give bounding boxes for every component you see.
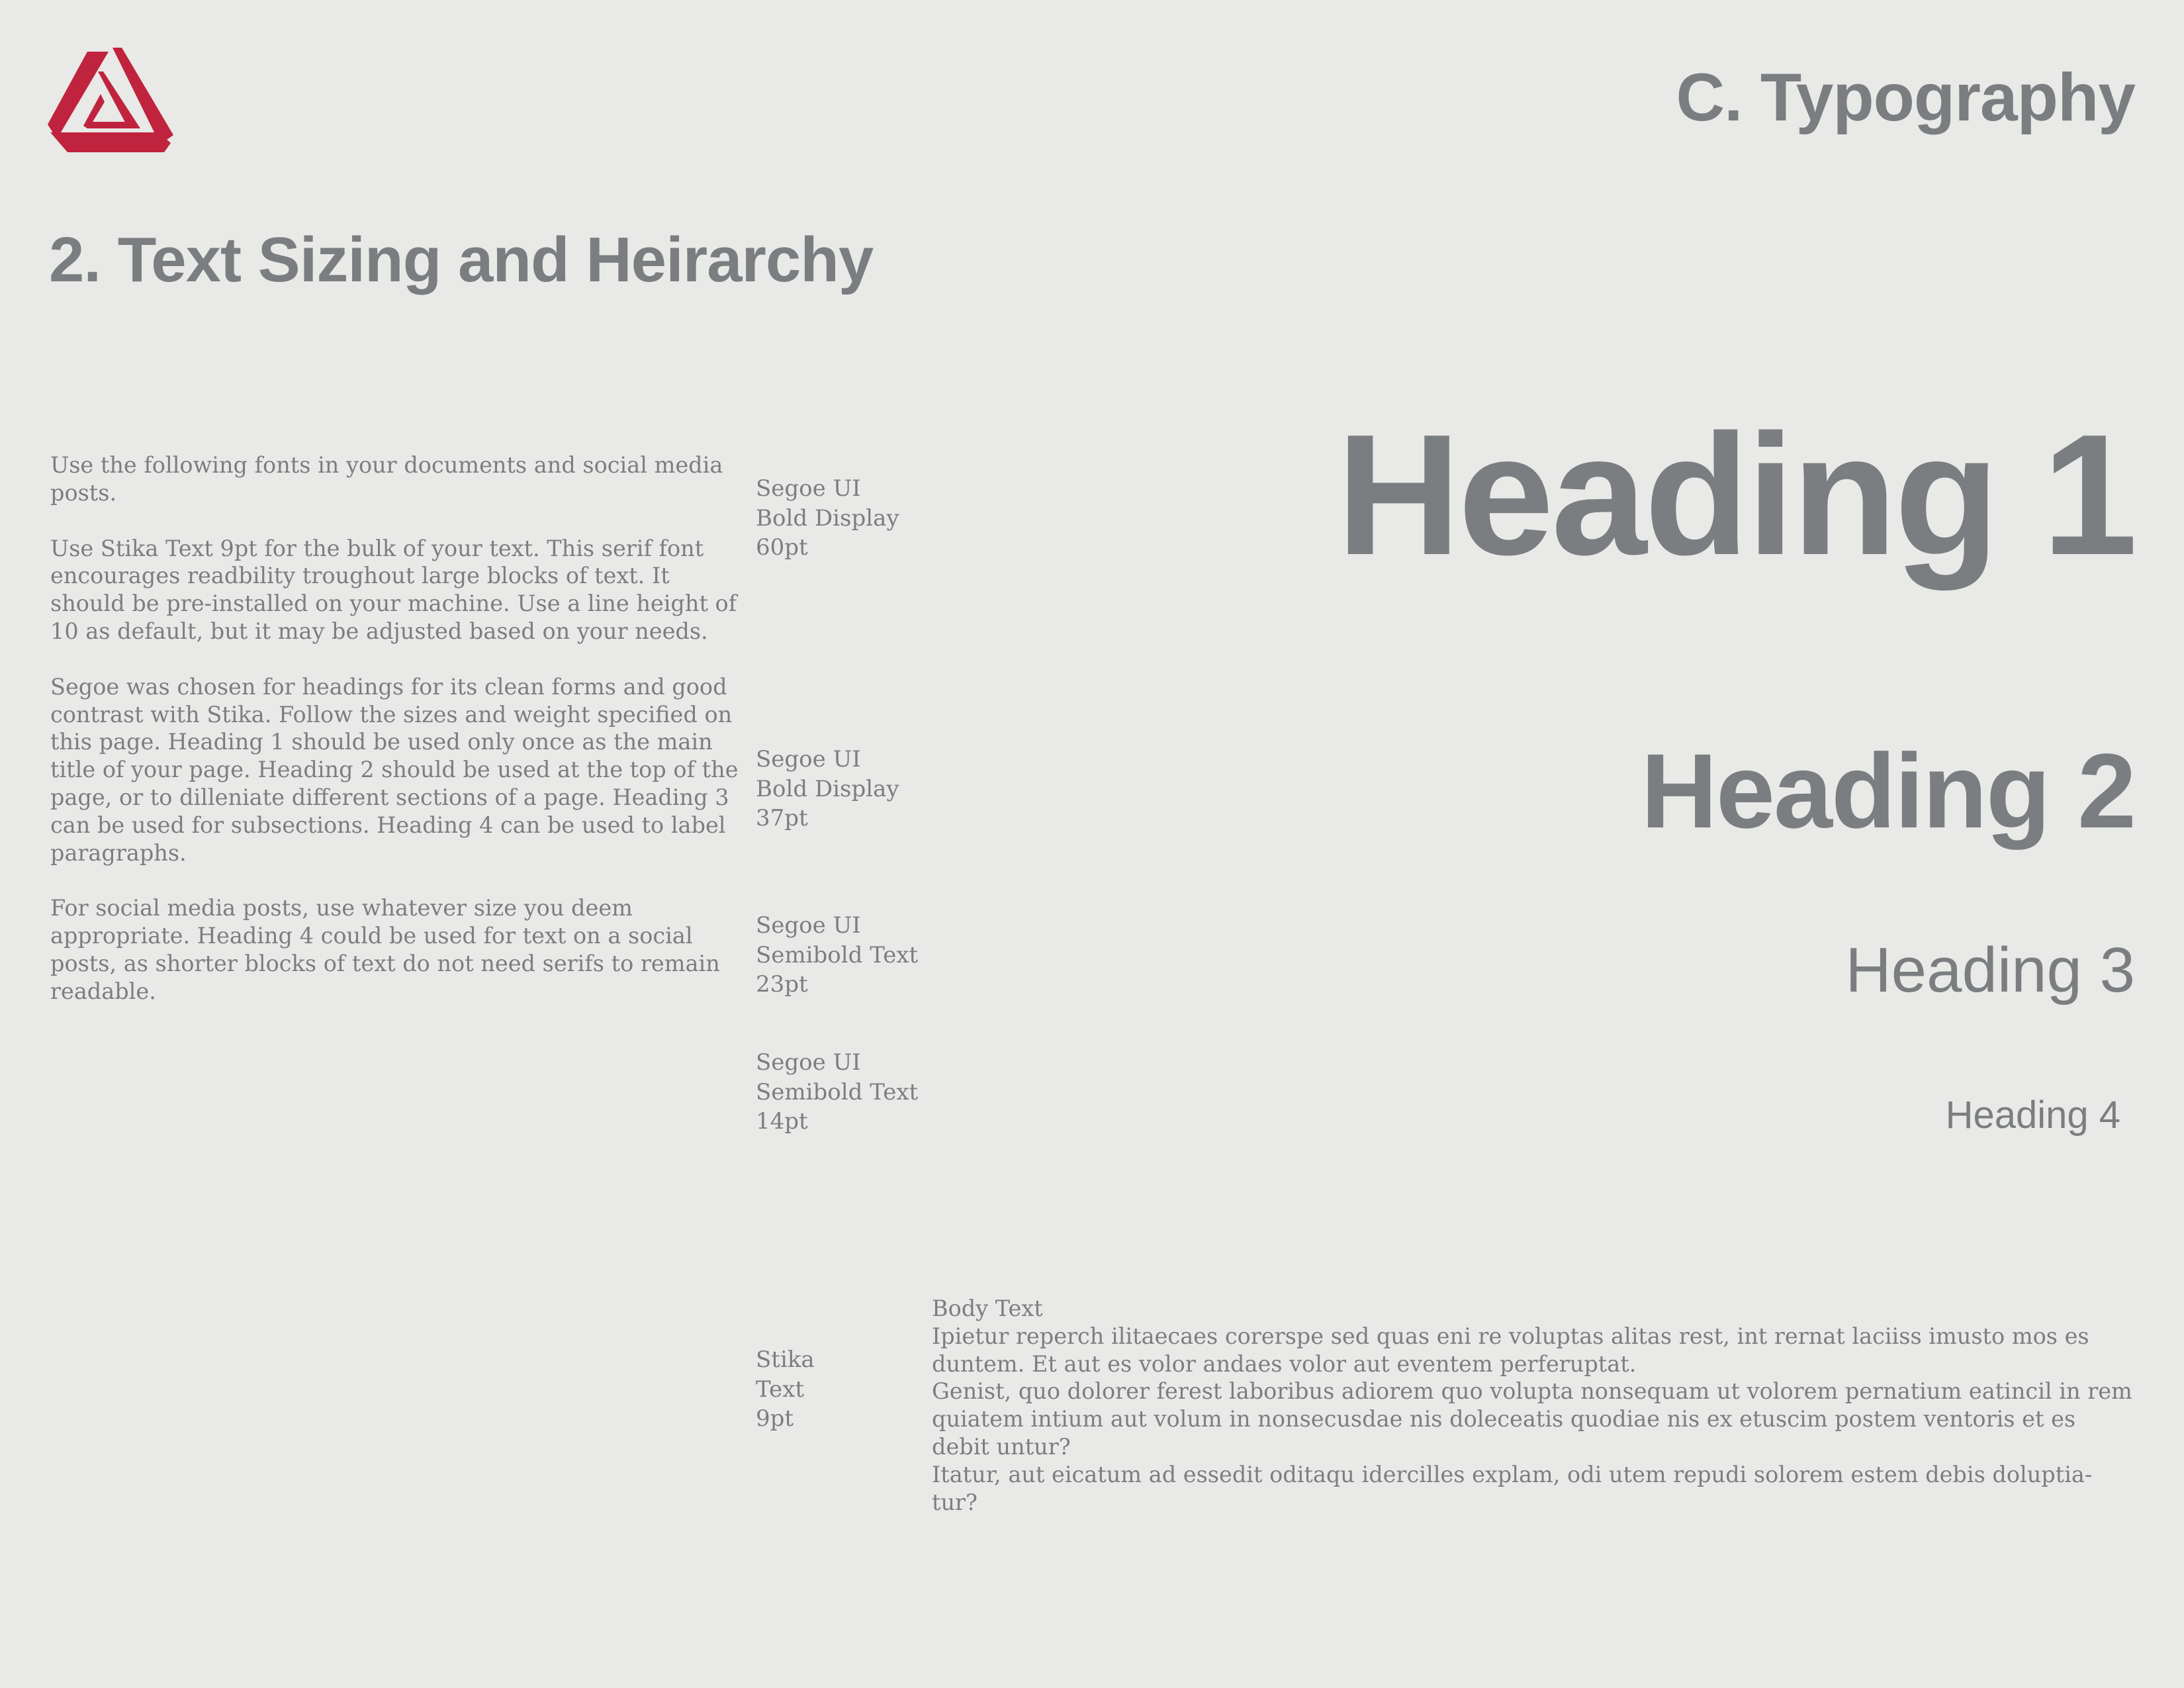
intro-paragraph: Use Stika Text 9pt for the bulk of your …: [50, 535, 737, 644]
spec-font: Segoe UI: [756, 475, 861, 502]
spec-heading-3: Segoe UI Semibold Text 23pt: [756, 911, 918, 1000]
spec-size: 23pt: [756, 971, 808, 998]
heading-1-sample: Heading 1: [1336, 399, 2138, 591]
brand-logo: [48, 48, 173, 152]
spec-font: Stika: [756, 1346, 815, 1373]
heading-3-sample: Heading 3: [1845, 935, 2135, 1006]
spec-size: 37pt: [756, 805, 808, 831]
typography-page: { "header": { "section_title": "C. Typog…: [0, 0, 2184, 1688]
spec-weight: Bold Display: [756, 504, 899, 532]
heading-4-sample: Heading 4: [1945, 1094, 2120, 1137]
spec-weight: Semibold Text: [756, 1078, 919, 1105]
spec-size: 9pt: [756, 1405, 794, 1432]
intro-paragraph: For social media posts, use whatever siz…: [50, 895, 720, 1004]
spec-font: Segoe UI: [756, 1049, 861, 1076]
spec-heading-4: Segoe UI Semibold Text 14pt: [756, 1048, 918, 1137]
heading-2-sample: Heading 2: [1641, 731, 2136, 850]
page-subtitle: 2. Text Sizing and Heirarchy: [49, 224, 874, 295]
intro-paragraph: Use the following fonts in your document…: [50, 452, 723, 506]
spec-weight: Bold Display: [756, 775, 899, 802]
spec-body-text: Stika Text 9pt: [756, 1345, 815, 1434]
body-text-paragraph: Itatur, aut eicatum ad essedit oditaqu i…: [932, 1461, 2093, 1515]
section-title: C. Typography: [1676, 60, 2136, 135]
body-text-paragraph: Ipietur reperch ilitaecaes corerspe sed …: [932, 1323, 2089, 1377]
spec-weight: Text: [756, 1376, 804, 1403]
body-text-label: Body Text: [932, 1295, 1043, 1321]
spec-size: 60pt: [756, 534, 808, 561]
spec-font: Segoe UI: [756, 912, 861, 939]
spec-heading-1: Segoe UI Bold Display 60pt: [756, 474, 899, 563]
spec-weight: Semibold Text: [756, 941, 919, 968]
spec-heading-2: Segoe UI Bold Display 37pt: [756, 745, 899, 833]
intro-text: Use the following fonts in your document…: [50, 451, 739, 1033]
intro-paragraph: Segoe was chosen for headings for its cl…: [50, 673, 739, 866]
body-text-paragraph: Genist, quo dolorer ferest laboribus adi…: [932, 1378, 2132, 1460]
spec-size: 14pt: [756, 1108, 808, 1135]
body-text-sample: Body Text Ipietur reperch ilitaecaes cor…: [932, 1295, 2136, 1516]
spec-font: Segoe UI: [756, 746, 861, 773]
